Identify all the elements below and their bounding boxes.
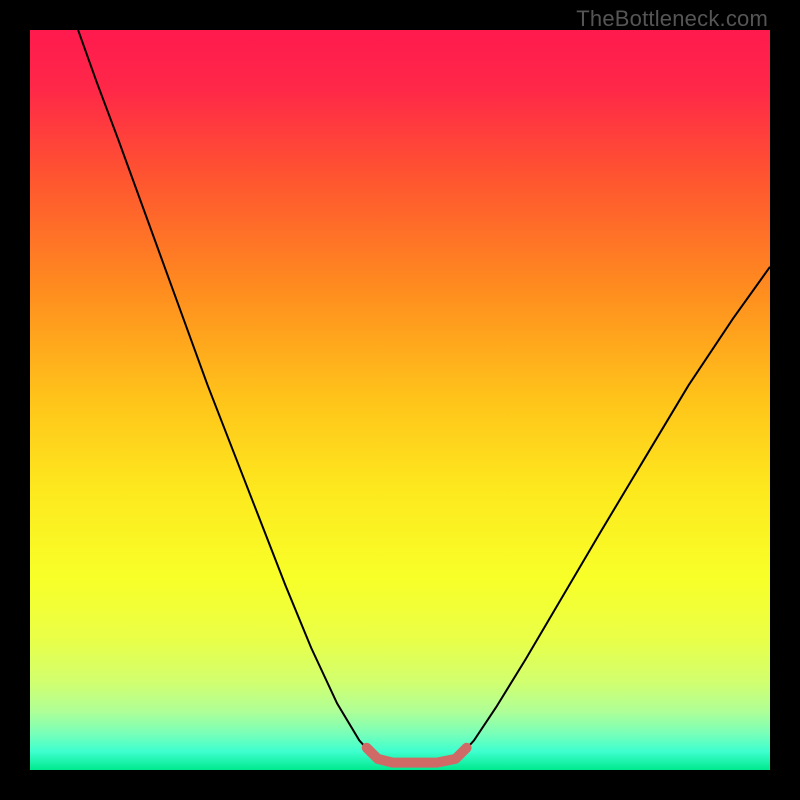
bottleneck-curve [78,30,770,763]
chart-svg [30,30,770,770]
bottom-highlight [367,748,467,763]
plot-area [30,30,770,770]
outer-frame: TheBottleneck.com [0,0,800,800]
watermark-text: TheBottleneck.com [576,6,768,32]
